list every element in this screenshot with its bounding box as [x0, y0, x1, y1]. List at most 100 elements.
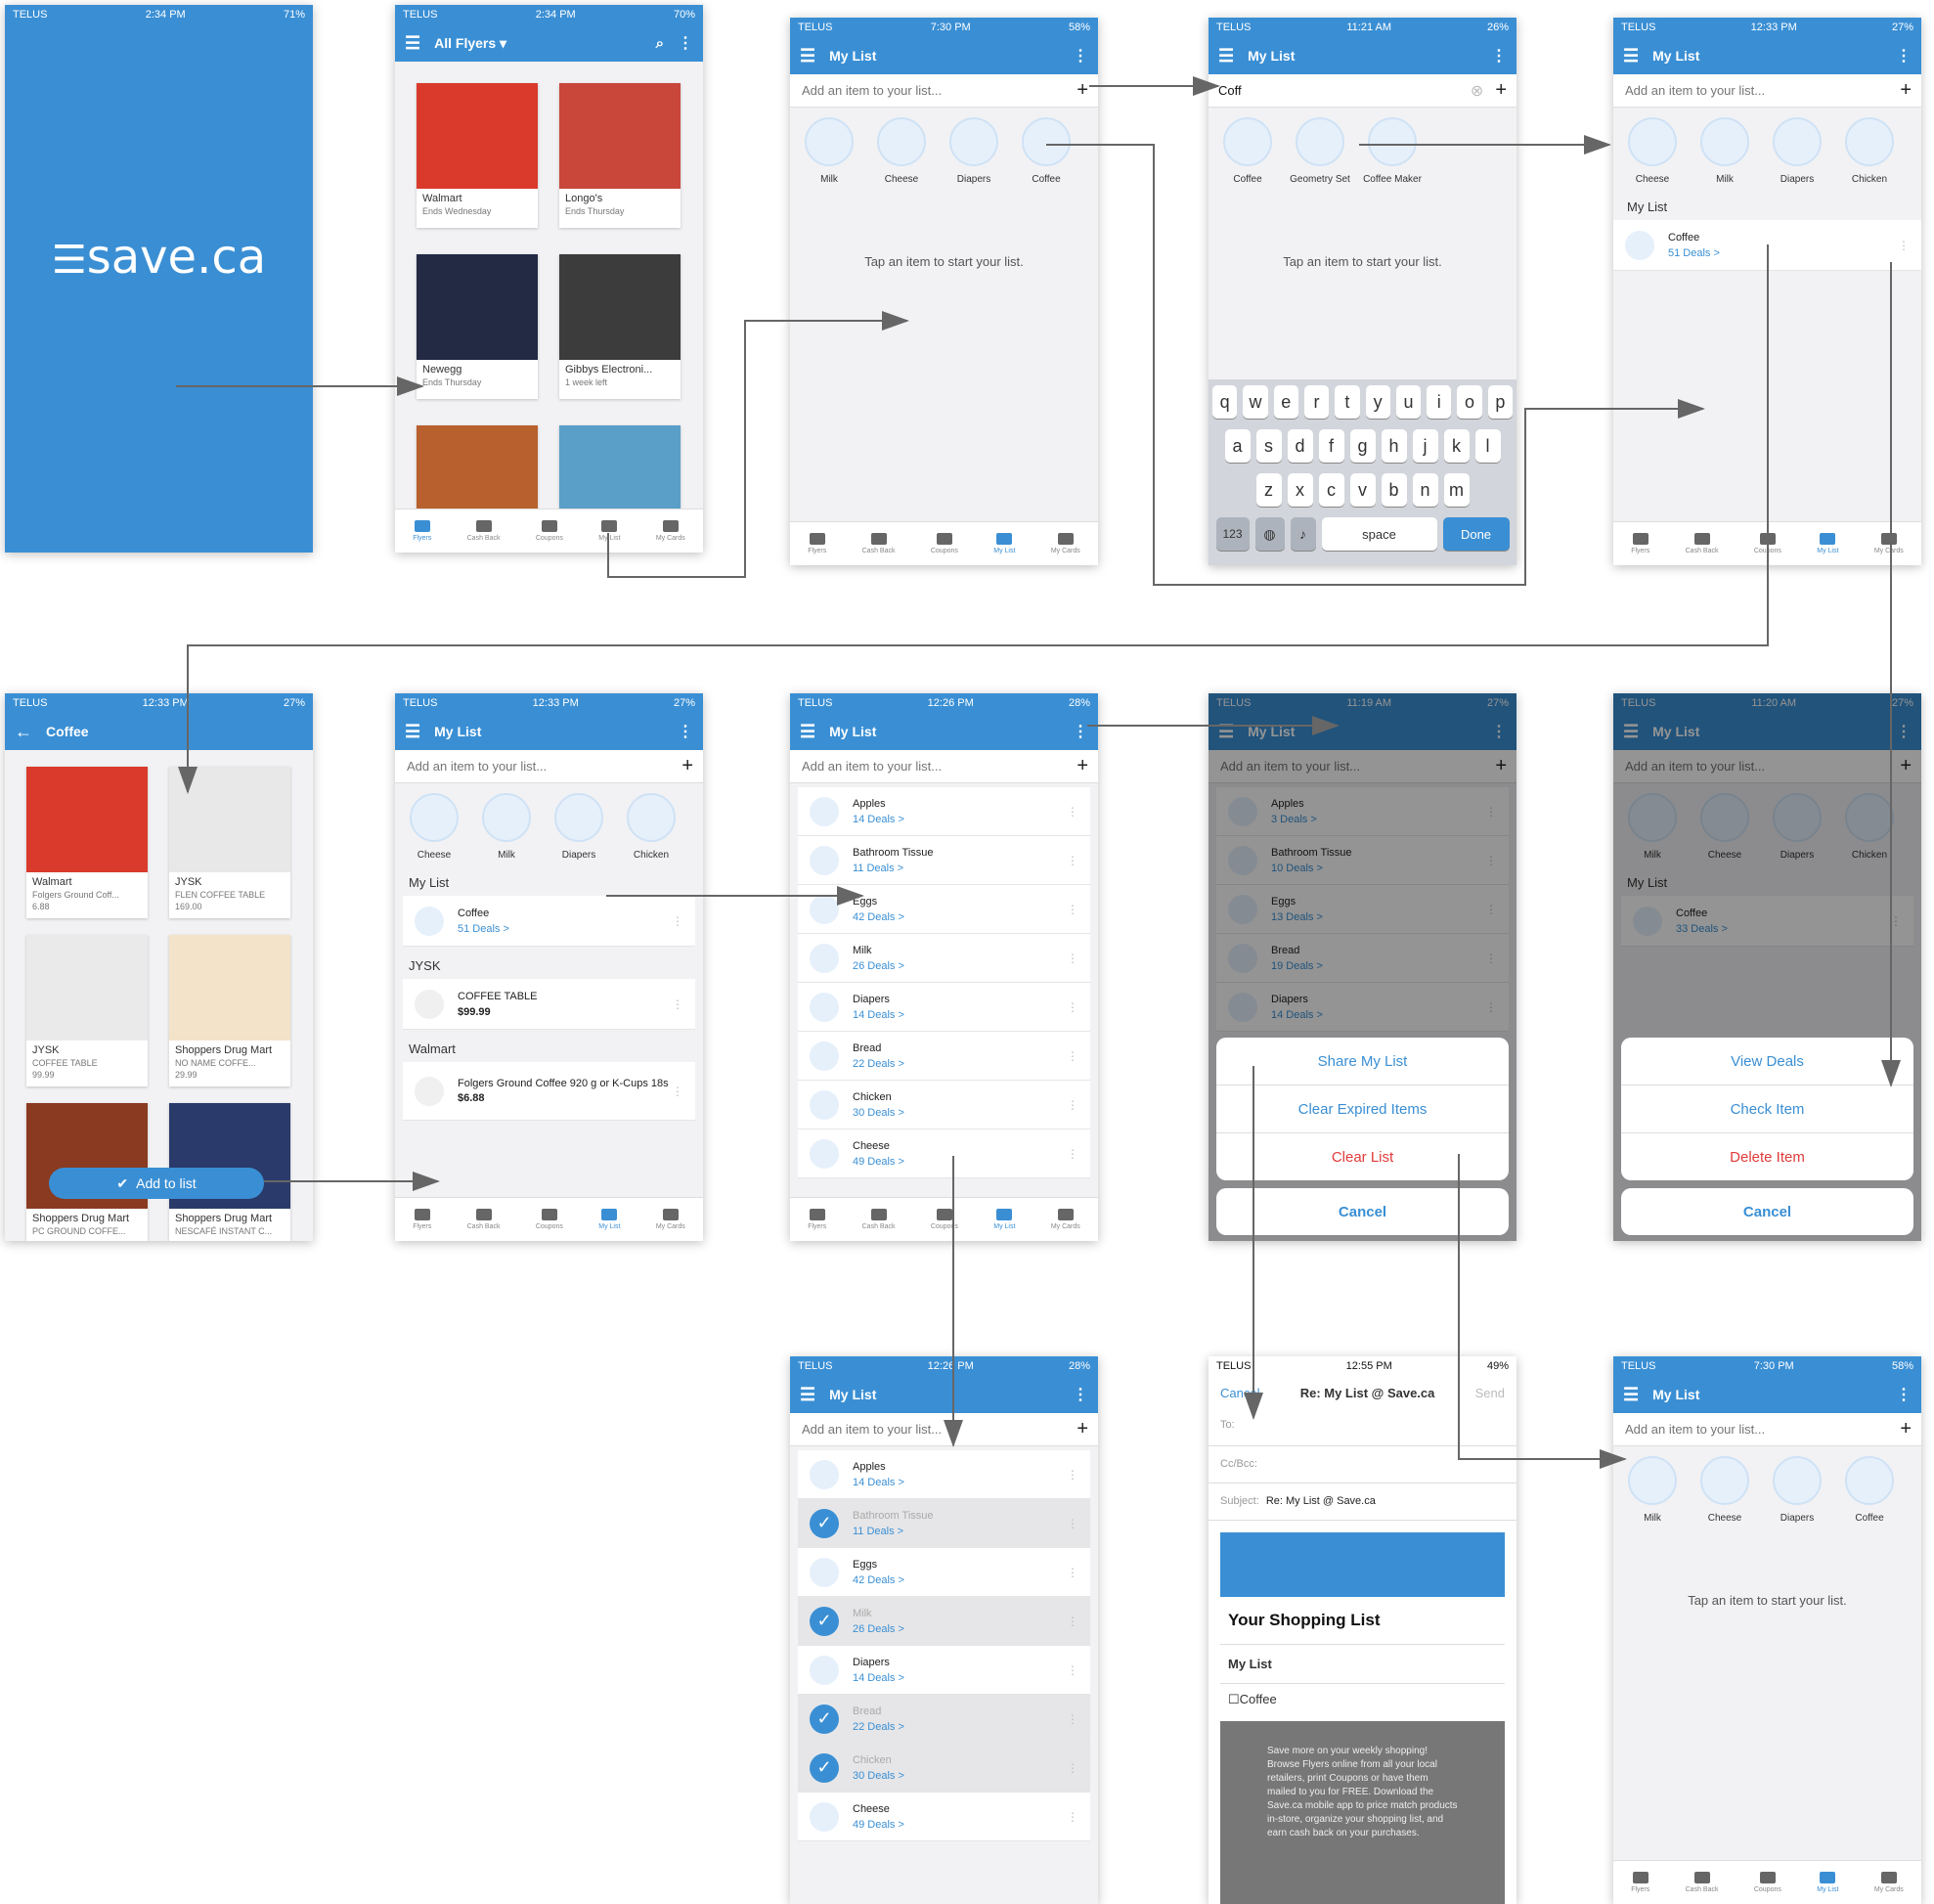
deal-item[interactable]: COFFEE TABLE $99.99 ⋮	[403, 979, 695, 1030]
list-item[interactable]: ✓ Bathroom Tissue 11 Deals > ⋮	[798, 1499, 1090, 1548]
tab-flyers[interactable]: Flyers	[413, 1209, 431, 1230]
item-deals-link[interactable]: 49 Deals >	[853, 1156, 1067, 1168]
tab-flyers[interactable]: Flyers	[808, 1209, 826, 1230]
item-options-icon[interactable]: ⋮	[1067, 1098, 1078, 1112]
keyboard-key[interactable]: u	[1395, 385, 1422, 419]
check-item-option[interactable]: Check Item	[1621, 1085, 1913, 1133]
chip-coffee-maker[interactable]: Coffee Maker	[1361, 117, 1424, 188]
list-item[interactable]: Apples 14 Deals > ⋮	[798, 787, 1090, 836]
checkmark-icon[interactable]: ✓	[810, 1508, 839, 1538]
globe-icon[interactable]: ◍	[1254, 517, 1285, 551]
add-item-input[interactable]	[1623, 1421, 1901, 1438]
keyboard-key[interactable]: g	[1349, 429, 1376, 463]
more-options-icon[interactable]: ⋮	[1073, 722, 1088, 741]
chip-milk[interactable]: Milk	[1693, 117, 1756, 188]
keyboard-key[interactable]: b	[1381, 473, 1407, 507]
keyboard-key[interactable]: x	[1287, 473, 1313, 507]
item-options-icon[interactable]: ⋮	[1067, 1468, 1078, 1482]
clear-icon[interactable]: ⊗	[1471, 81, 1483, 101]
grocery-item-icon[interactable]	[810, 1801, 839, 1832]
grocery-item-icon[interactable]	[810, 1138, 839, 1169]
item-deals-link[interactable]: 14 Deals >	[853, 1672, 1067, 1684]
add-icon[interactable]: +	[681, 755, 693, 777]
item-options-icon[interactable]: ⋮	[1067, 1663, 1078, 1677]
grocery-item-icon[interactable]	[810, 1655, 839, 1685]
chip-cheese[interactable]: Cheese	[870, 117, 933, 188]
tab-cash-back[interactable]: Cash Back	[862, 1209, 895, 1230]
email-cancel-button[interactable]: Cancel	[1220, 1386, 1259, 1400]
tab-my-list[interactable]: My List	[993, 533, 1015, 554]
chip-geometry-set[interactable]: Geometry Set	[1289, 117, 1351, 188]
item-deals-link[interactable]: 42 Deals >	[853, 1574, 1067, 1586]
item-options-icon[interactable]: ⋮	[1067, 1615, 1078, 1628]
item-options-icon[interactable]: ⋮	[1067, 1810, 1078, 1824]
tab-coupons[interactable]: Coupons	[931, 1209, 958, 1230]
checkmark-icon[interactable]: ✓	[810, 1704, 839, 1734]
chip-milk[interactable]: Milk	[475, 793, 538, 863]
item-deals-link[interactable]: 22 Deals >	[853, 1058, 1067, 1070]
keyboard-key[interactable]: d	[1287, 429, 1313, 463]
grocery-item-icon[interactable]	[810, 796, 839, 826]
tab-my-list[interactable]: My List	[1817, 533, 1838, 554]
chip-coffee[interactable]: Coffee	[1015, 117, 1077, 188]
list-item[interactable]: Eggs 42 Deals > ⋮	[798, 1548, 1090, 1597]
list-item[interactable]: Milk 26 Deals > ⋮	[798, 934, 1090, 983]
list-item[interactable]: Cheese 49 Deals > ⋮	[798, 1793, 1090, 1841]
more-options-icon[interactable]: ⋮	[1896, 46, 1912, 66]
flyer-card-longos[interactable]: Longo's Ends Thursday	[559, 83, 681, 228]
item-deals-link[interactable]: 30 Deals >	[853, 1770, 1067, 1782]
list-item[interactable]: ✓ Bread 22 Deals > ⋮	[798, 1695, 1090, 1744]
chip-diapers[interactable]: Diapers	[548, 793, 610, 863]
add-to-list-button[interactable]: ✔ Add to list	[49, 1168, 264, 1199]
tab-cash-back[interactable]: Cash Back	[1686, 533, 1718, 554]
tab-flyers[interactable]: Flyers	[808, 533, 826, 554]
keyboard-key[interactable]: n	[1412, 473, 1438, 507]
add-icon[interactable]: +	[1077, 755, 1088, 777]
flyer-card-gibbys[interactable]: Gibbys Electroni... 1 week left	[559, 254, 681, 399]
hamburger-menu-icon[interactable]: ☰	[1623, 46, 1639, 66]
keyboard-key[interactable]: v	[1349, 473, 1376, 507]
chip-diapers[interactable]: Diapers	[1766, 117, 1828, 188]
item-deals-link[interactable]: 11 Deals >	[853, 1526, 1067, 1537]
add-item-input[interactable]	[800, 1421, 1077, 1438]
tab-my-cards[interactable]: My Cards	[1051, 533, 1080, 554]
item-deals-link[interactable]: 51 Deals >	[458, 923, 672, 935]
tab-cash-back[interactable]: Cash Back	[467, 1209, 500, 1230]
tab-my-cards[interactable]: My Cards	[656, 1209, 685, 1230]
list-item[interactable]: Chicken 30 Deals > ⋮	[798, 1081, 1090, 1129]
tab-my-list[interactable]: My List	[993, 1209, 1015, 1230]
to-field[interactable]: To:	[1209, 1409, 1516, 1446]
more-options-icon[interactable]: ⋮	[1073, 46, 1088, 66]
item-options-icon[interactable]: ⋮	[1067, 1712, 1078, 1726]
deal-item[interactable]: Folgers Ground Coffee 920 g or K-Cups 18…	[403, 1062, 695, 1121]
product-card[interactable]: JYSK FLEN COFFEE TABLE 169.00	[169, 767, 290, 918]
item-options-icon[interactable]: ⋮	[672, 997, 683, 1011]
item-options-icon[interactable]: ⋮	[1067, 805, 1078, 819]
grocery-item-icon[interactable]	[810, 1557, 839, 1587]
add-item-input[interactable]	[405, 758, 682, 775]
add-icon[interactable]: +	[1900, 1418, 1912, 1440]
tab-flyers[interactable]: Flyers	[1631, 533, 1649, 554]
flyer-card-newegg[interactable]: Newegg Ends Thursday	[417, 254, 538, 399]
add-icon[interactable]: +	[1077, 1418, 1088, 1440]
keyboard-key[interactable]: s	[1255, 429, 1282, 463]
item-options-icon[interactable]: ⋮	[672, 914, 683, 928]
tab-cash-back[interactable]: Cash Back	[1686, 1872, 1718, 1893]
more-options-icon[interactable]: ⋮	[678, 33, 693, 53]
keyboard-key[interactable]: w	[1243, 385, 1268, 419]
keyboard-key[interactable]: a	[1224, 429, 1251, 463]
cc-field[interactable]: Cc/Bcc:	[1209, 1446, 1516, 1483]
tab-my-cards[interactable]: My Cards	[1874, 1872, 1904, 1893]
item-deals-link[interactable]: 26 Deals >	[853, 1623, 1067, 1635]
item-options-icon[interactable]: ⋮	[1067, 1517, 1078, 1530]
item-deals-link[interactable]: 51 Deals >	[1668, 247, 1898, 259]
item-options-icon[interactable]: ⋮	[1067, 1147, 1078, 1161]
keyboard-key[interactable]: p	[1487, 385, 1513, 419]
grocery-item-icon[interactable]	[810, 1459, 839, 1489]
hamburger-menu-icon[interactable]: ☰	[800, 46, 815, 66]
hamburger-menu-icon[interactable]: ☰	[405, 722, 420, 742]
grocery-item-icon[interactable]	[810, 894, 839, 924]
space-key[interactable]: space	[1321, 517, 1437, 551]
item-deals-link[interactable]: 49 Deals >	[853, 1819, 1067, 1831]
delete-item-option[interactable]: Delete Item	[1621, 1133, 1913, 1180]
